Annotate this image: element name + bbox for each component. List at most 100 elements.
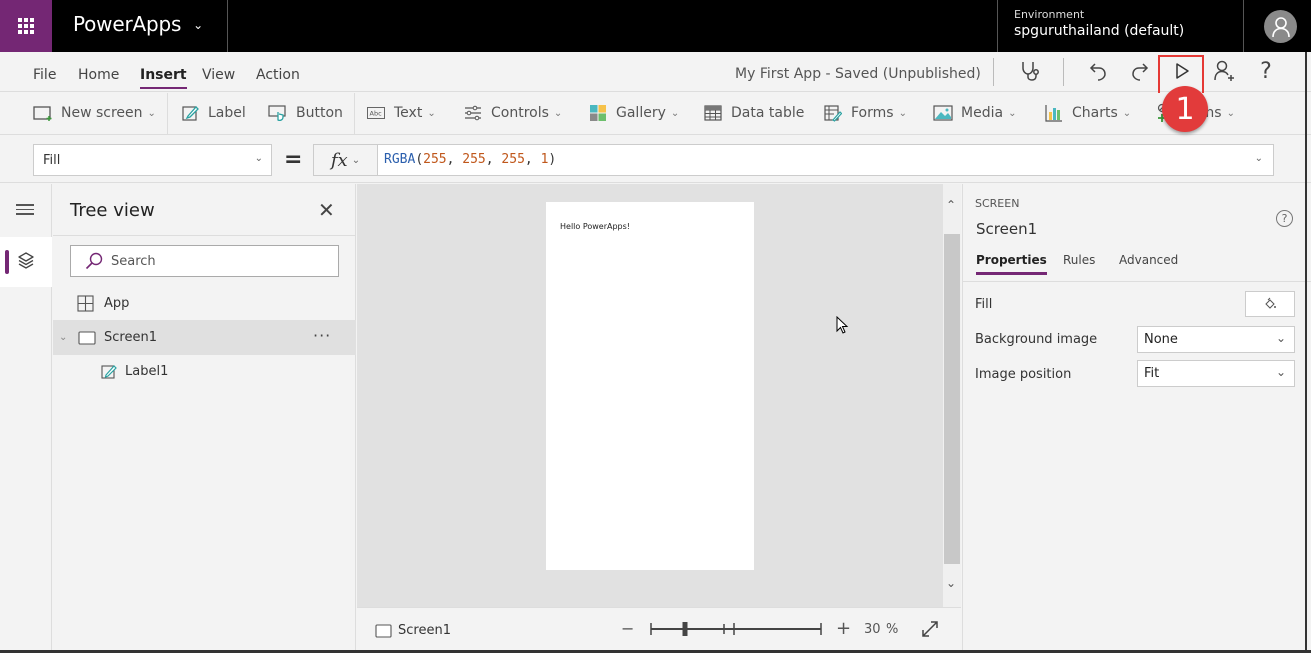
- insert-label-button[interactable]: Label: [180, 104, 246, 122]
- tab-file[interactable]: File: [33, 67, 56, 83]
- app-launcher-button[interactable]: [0, 0, 52, 52]
- chevron-down-icon: ⌄: [670, 107, 680, 119]
- app-name-menu[interactable]: PowerApps ⌄: [73, 12, 203, 36]
- chevron-down-icon: ⌄: [351, 154, 361, 166]
- text-menu-button[interactable]: Abc Text ⌄: [366, 104, 436, 122]
- tree-item-label1[interactable]: Label1: [53, 354, 356, 389]
- tab-view[interactable]: View: [202, 67, 235, 83]
- fx-icon: fx: [330, 149, 348, 171]
- tab-insert[interactable]: Insert: [140, 67, 187, 89]
- tree-item-label: Label1: [125, 364, 169, 379]
- chevron-down-icon: ⌄: [193, 18, 204, 32]
- chevron-down-icon: ⌄: [898, 107, 907, 119]
- image-position-label: Image position: [975, 367, 1072, 382]
- label-label: Label: [208, 105, 246, 121]
- help-button[interactable]: ?: [1251, 56, 1281, 86]
- chevron-down-icon: ⌄: [1122, 107, 1132, 119]
- stethoscope-icon: [1022, 62, 1039, 81]
- control-type: SCREEN: [975, 197, 1020, 210]
- zoom-slider-thumb[interactable]: [682, 622, 688, 636]
- control-name[interactable]: Screen1: [976, 220, 1037, 238]
- current-screen-indicator[interactable]: Screen1: [375, 623, 451, 638]
- active-indicator: [5, 250, 9, 274]
- svg-text:Abc: Abc: [370, 110, 383, 118]
- hamburger-menu-icon[interactable]: [16, 204, 34, 218]
- formula-function: RGBA: [384, 152, 416, 167]
- scroll-down-icon[interactable]: ⌄: [946, 576, 956, 590]
- close-icon[interactable]: ✕: [318, 198, 335, 222]
- tree-search-input[interactable]: Search: [70, 245, 339, 277]
- fit-to-window-button[interactable]: [920, 619, 940, 639]
- insert-button-button[interactable]: Button: [268, 104, 343, 122]
- chevron-down-icon: ⌄: [147, 107, 156, 119]
- redo-icon: [1132, 63, 1149, 81]
- undo-icon: [1089, 63, 1106, 81]
- property-selector[interactable]: Fill ⌄: [33, 144, 272, 176]
- charts-menu-button[interactable]: Charts ⌄: [1044, 104, 1131, 122]
- design-canvas[interactable]: Hello PowerApps!: [357, 184, 943, 607]
- canvas-vertical-scrollbar[interactable]: ⌃ ⌄: [943, 184, 961, 607]
- tree-item-screen1[interactable]: ⌄ Screen1 ···: [53, 320, 356, 355]
- tab-rules[interactable]: Rules: [1063, 253, 1095, 267]
- mouse-cursor-icon: [836, 316, 849, 334]
- divider: [993, 58, 994, 86]
- new-screen-button[interactable]: New screen ⌄: [33, 104, 156, 122]
- help-icon[interactable]: ?: [1276, 210, 1293, 227]
- collapse-chevron-icon[interactable]: ⌄: [59, 332, 77, 343]
- new-screen-label: New screen: [61, 105, 143, 121]
- zoom-slider[interactable]: [649, 621, 823, 637]
- screen-canvas[interactable]: Hello PowerApps!: [546, 202, 754, 570]
- formula-bar: Fill ⌄ = fx ⌄ RGBA(255, 255, 255, 1) ⌄: [0, 136, 1311, 183]
- fx-function-button[interactable]: fx ⌄: [313, 144, 377, 176]
- divider: [354, 93, 355, 135]
- expand-arrows-icon: [922, 621, 938, 637]
- screen-icon: [78, 330, 96, 345]
- properties-panel: SCREEN Screen1 ? Properties Rules Advanc…: [962, 184, 1311, 653]
- chevron-down-icon: ⌄: [254, 153, 263, 164]
- tab-properties[interactable]: Properties: [976, 253, 1047, 275]
- zoom-in-button[interactable]: +: [836, 618, 851, 639]
- fill-label: Fill: [975, 297, 993, 312]
- zoom-unit: %: [886, 622, 899, 637]
- chevron-down-icon: ⌄: [1008, 107, 1017, 119]
- chevron-down-icon: ⌄: [1275, 365, 1286, 379]
- background-image-dropdown[interactable]: None ⌄: [1137, 326, 1295, 353]
- image-position-dropdown[interactable]: Fit ⌄: [1137, 360, 1295, 387]
- more-options-icon[interactable]: ···: [313, 326, 331, 345]
- data-table-button[interactable]: Data table: [703, 104, 804, 122]
- app-checker-button[interactable]: [1015, 56, 1045, 86]
- question-mark-icon: ?: [1260, 58, 1272, 84]
- app-save-status: My First App - Saved (Unpublished): [735, 66, 981, 82]
- media-menu-button[interactable]: Media ⌄: [933, 104, 1016, 122]
- fill-color-picker[interactable]: [1245, 291, 1295, 317]
- formula-input[interactable]: RGBA(255, 255, 255, 1) ⌄: [377, 144, 1274, 176]
- background-image-value: None: [1144, 332, 1178, 347]
- undo-button[interactable]: [1083, 56, 1113, 86]
- gallery-menu-button[interactable]: Gallery ⌄: [588, 104, 679, 122]
- share-button[interactable]: [1209, 56, 1239, 86]
- scrollbar-thumb[interactable]: [944, 234, 960, 564]
- scroll-up-icon[interactable]: ⌃: [946, 198, 956, 212]
- redo-button[interactable]: [1125, 56, 1155, 86]
- chevron-down-icon: ⌄: [553, 107, 563, 119]
- paint-bucket-icon: [1265, 297, 1276, 309]
- zoom-out-button[interactable]: −: [621, 619, 634, 638]
- controls-label: Controls: [491, 105, 549, 121]
- layers-icon: [18, 252, 34, 269]
- tab-action[interactable]: Action: [256, 67, 300, 83]
- tree-view-toggle[interactable]: [0, 237, 52, 287]
- controls-menu-button[interactable]: Controls ⌄: [463, 104, 562, 122]
- tree-item-app[interactable]: App: [53, 286, 356, 321]
- divider: [227, 0, 228, 52]
- expand-formula-chevron-icon[interactable]: ⌄: [1255, 153, 1263, 164]
- forms-menu-button[interactable]: Forms ⌄: [823, 104, 907, 122]
- insert-ribbon: New screen ⌄ Label Button Abc Text ⌄ Con…: [0, 93, 1311, 135]
- tab-home[interactable]: Home: [78, 67, 119, 83]
- environment-picker[interactable]: Environment spguruthailand (default): [997, 0, 1244, 52]
- zoom-level-value[interactable]: 30: [864, 622, 881, 637]
- gallery-icon: [588, 104, 608, 122]
- tab-advanced[interactable]: Advanced: [1119, 253, 1178, 267]
- label1-control[interactable]: Hello PowerApps!: [560, 222, 630, 231]
- user-avatar[interactable]: [1264, 10, 1297, 43]
- forms-label: Forms: [851, 105, 894, 121]
